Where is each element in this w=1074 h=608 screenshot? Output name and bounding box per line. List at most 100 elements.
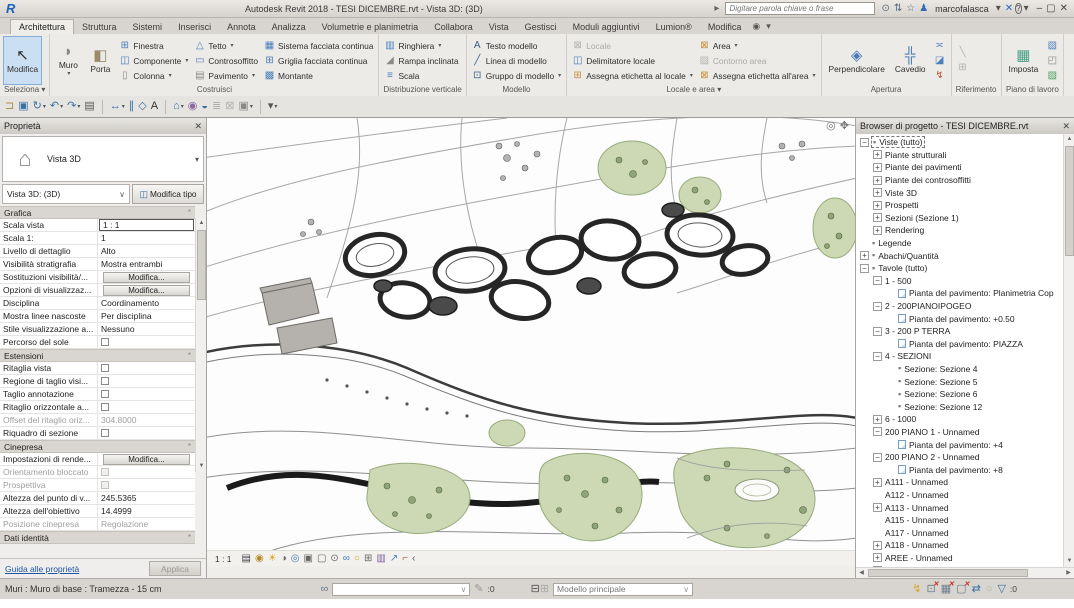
expand-icon[interactable]: +	[873, 541, 882, 550]
detail-level-icon[interactable]: ▤	[242, 554, 251, 564]
property-value-stile-visualizzazione-a[interactable]: Nessuno	[98, 323, 195, 335]
expand-icon[interactable]: +	[873, 150, 882, 159]
montante-button[interactable]: ▩Montante	[262, 68, 375, 83]
tree-item-abachi-quantit[interactable]: +▪Abachi/Quantità	[858, 249, 1061, 262]
show-crop-icon[interactable]: ▢	[317, 554, 326, 564]
ribbon-options-icon[interactable]: ◉	[752, 21, 760, 32]
tab-moduli-aggiuntivi[interactable]: Moduli aggiuntivi	[565, 20, 648, 34]
search-expand-icon[interactable]: ▸	[714, 4, 719, 14]
print-icon[interactable]: ▤	[84, 101, 94, 112]
tag-by-category-icon[interactable]: ◇	[138, 101, 146, 112]
unlocked-view-icon[interactable]: ⊙	[330, 554, 338, 564]
collapse-icon[interactable]: −	[873, 327, 882, 336]
tree-item-piante-strutturali[interactable]: +Piante strutturali	[858, 149, 1061, 162]
property-value-altezza-dell-obiettivo[interactable]: 14.4999	[98, 505, 195, 517]
tree-item-legende[interactable]: ▪Legende	[858, 237, 1061, 250]
area-button[interactable]: ⊠Area▾	[697, 38, 818, 53]
tree-item-piante-dei-controsoffitti[interactable]: +Piante dei controsoffitti	[858, 174, 1061, 187]
property-value-livello-di-dettaglio[interactable]: Alto	[98, 245, 195, 257]
modifica-button[interactable]: ↖Modifica	[3, 36, 42, 85]
section-pin-icon[interactable]: *	[188, 442, 191, 451]
expand-icon[interactable]: +	[873, 201, 882, 210]
active-workset-dropdown[interactable]: ∨	[332, 583, 470, 596]
properties-scrollbar[interactable]: ▲▼	[195, 218, 206, 472]
help-caret-icon[interactable]: ▾	[1024, 4, 1029, 14]
expand-icon[interactable]: +	[873, 213, 882, 222]
collapse-icon[interactable]: −	[860, 138, 869, 147]
tree-item-pianta-del-pavimento-piazza[interactable]: Pianta del pavimento: PIAZZA	[858, 338, 1061, 351]
workplane-show-button[interactable]: ▧	[1044, 39, 1060, 53]
switch-windows-icon[interactable]: ▣	[238, 101, 248, 112]
section-pin-icon[interactable]: *	[188, 351, 191, 360]
text-icon[interactable]: A	[151, 101, 158, 112]
section-cinepresa[interactable]: Cinepresa*	[0, 440, 195, 453]
select-underlay-icon[interactable]: ▦✕	[941, 584, 951, 595]
tree-item-piante-dei-pavimenti[interactable]: +Piante dei pavimenti	[858, 161, 1061, 174]
tree-item-a113-unnamed[interactable]: +A113 - Unnamed	[858, 501, 1061, 514]
tree-item-sezione-sezione-6[interactable]: ▪Sezione: Sezione 6	[858, 388, 1061, 401]
tree-item-tavole-tutto[interactable]: −▪Tavole (tutto)	[858, 262, 1061, 275]
close-icon[interactable]: ✕	[1060, 4, 1068, 14]
tree-item-prospetti[interactable]: +Prospetti	[858, 199, 1061, 212]
render-dialog-icon[interactable]: ◎	[291, 554, 300, 564]
instance-selector[interactable]: Vista 3D: (3D) ∨	[2, 184, 130, 204]
tab-gestisci[interactable]: Gestisci	[517, 20, 565, 34]
tree-item-pianta-del-pavimento-planimetria-cop[interactable]: Pianta del pavimento: Planimetria Cop	[858, 287, 1061, 300]
finestra-button[interactable]: ⊞Finestra	[117, 38, 190, 53]
hide-isolate-icon[interactable]: ∞	[343, 554, 350, 564]
browser-horizontal-scrollbar[interactable]: ◀▶	[856, 567, 1074, 578]
tree-item-pianta-del-pavimento-4[interactable]: Pianta del pavimento: +4	[858, 438, 1061, 451]
displace-elements-icon[interactable]: ↗	[390, 554, 398, 564]
expand-icon[interactable]: +	[873, 176, 882, 185]
tree-item-a112-unnamed[interactable]: A112 - Unnamed	[858, 489, 1061, 502]
property-value-visibilit-stratigrafia[interactable]: Mostra entrambi	[98, 258, 195, 270]
property-value-mostra-linee-nascoste[interactable]: Per disciplina	[98, 310, 195, 322]
ringhiera-button[interactable]: ▥Ringhiera▾	[382, 38, 460, 53]
riquadro-di-sezione-checkbox[interactable]	[101, 429, 109, 437]
help-icon[interactable]: ?	[1015, 3, 1021, 14]
render-icon[interactable]: ◉	[188, 101, 198, 112]
tab-modifica[interactable]: Modifica	[700, 20, 750, 34]
editable-icon[interactable]: ✎	[474, 584, 483, 595]
tree-item-a115-unnamed[interactable]: A115 - Unnamed	[858, 514, 1061, 527]
drawing-area[interactable]: ◎✥ 1 : 1 ▤◉☀◑◎▣▢⊙∞○⊞▥↗⌐‹	[207, 118, 855, 578]
modify-type-button[interactable]: ◫ Modifica tipo	[132, 184, 204, 204]
componente-button[interactable]: ◫Componente▾	[117, 53, 190, 68]
perpendicolare-button[interactable]: ◈Perpendicolare	[825, 36, 889, 85]
tree-item-viste-tutto[interactable]: −▪Viste (tutto)	[858, 136, 1061, 149]
griglia-facciata-continua-button[interactable]: ⊞Griglia facciata continua	[262, 53, 375, 68]
user-menu-caret-icon[interactable]: ▾	[996, 4, 1001, 14]
tab-collabora[interactable]: Collabora	[426, 20, 481, 34]
expand-icon[interactable]: +	[873, 226, 882, 235]
design-option-dropdown[interactable]: Modello principale ∨	[553, 583, 693, 596]
autodesk-exchange-icon[interactable]: ✕	[1005, 4, 1013, 14]
sync-icon[interactable]: ↻	[33, 101, 42, 112]
aligned-dimension-icon[interactable]: ∥	[129, 101, 135, 112]
section-estensioni[interactable]: Estensioni*	[0, 349, 195, 362]
ribbon-cycle-icon[interactable]: ▾	[766, 21, 771, 32]
group-label-seleziona[interactable]: Seleziona ▾	[0, 85, 49, 96]
section-dati-identit[interactable]: Dati identità*	[0, 531, 195, 544]
colonna-button[interactable]: ▯Colonna▾	[117, 68, 190, 83]
collapse-icon[interactable]: −	[873, 453, 882, 462]
reveal-hidden-icon[interactable]: ○	[354, 554, 360, 564]
tree-item-6-1000[interactable]: +6 - 1000	[858, 413, 1061, 426]
sistema-facciata-continua-button[interactable]: ▦Sistema facciata continua	[262, 38, 375, 53]
impostazioni-di-rende-modify-button[interactable]: Modifica...	[103, 454, 190, 465]
tree-item-sezione-sezione-5[interactable]: ▪Sezione: Sezione 5	[858, 375, 1061, 388]
assegna-etichetta-al-locale-button[interactable]: ⊞Assegna etichetta al locale▾	[570, 68, 695, 83]
tree-item-2-200pianoipogeo[interactable]: −2 - 200PIANOIPOGEO	[858, 300, 1061, 313]
imposta-button[interactable]: ▦Imposta	[1005, 36, 1043, 85]
wall-opening-button[interactable]: ≍	[932, 39, 948, 53]
group-label-riferimento[interactable]: Riferimento	[952, 85, 1001, 96]
regione-di-taglio-visi-checkbox[interactable]	[101, 377, 109, 385]
opzioni-di-visualizzaz-modify-button[interactable]: Modifica...	[103, 285, 190, 296]
tree-item-sezione-sezione-4[interactable]: ▪Sezione: Sezione 4	[858, 363, 1061, 376]
linea-di-modello-button[interactable]: ╱Linea di modello	[470, 53, 563, 68]
gruppo-di-modello-button[interactable]: ⊡Gruppo di modello▾	[470, 68, 563, 83]
close-hidden-windows-icon[interactable]: ⊠	[225, 101, 234, 112]
assegna-etichetta-all-area-button[interactable]: ⊠Assegna etichetta all'area▾	[697, 68, 818, 83]
property-value-disciplina[interactable]: Coordinamento	[98, 297, 195, 309]
property-value-offset-del-ritaglio-oriz[interactable]: 304.8000	[98, 414, 195, 426]
worksets-icon[interactable]: ∞	[320, 584, 328, 595]
